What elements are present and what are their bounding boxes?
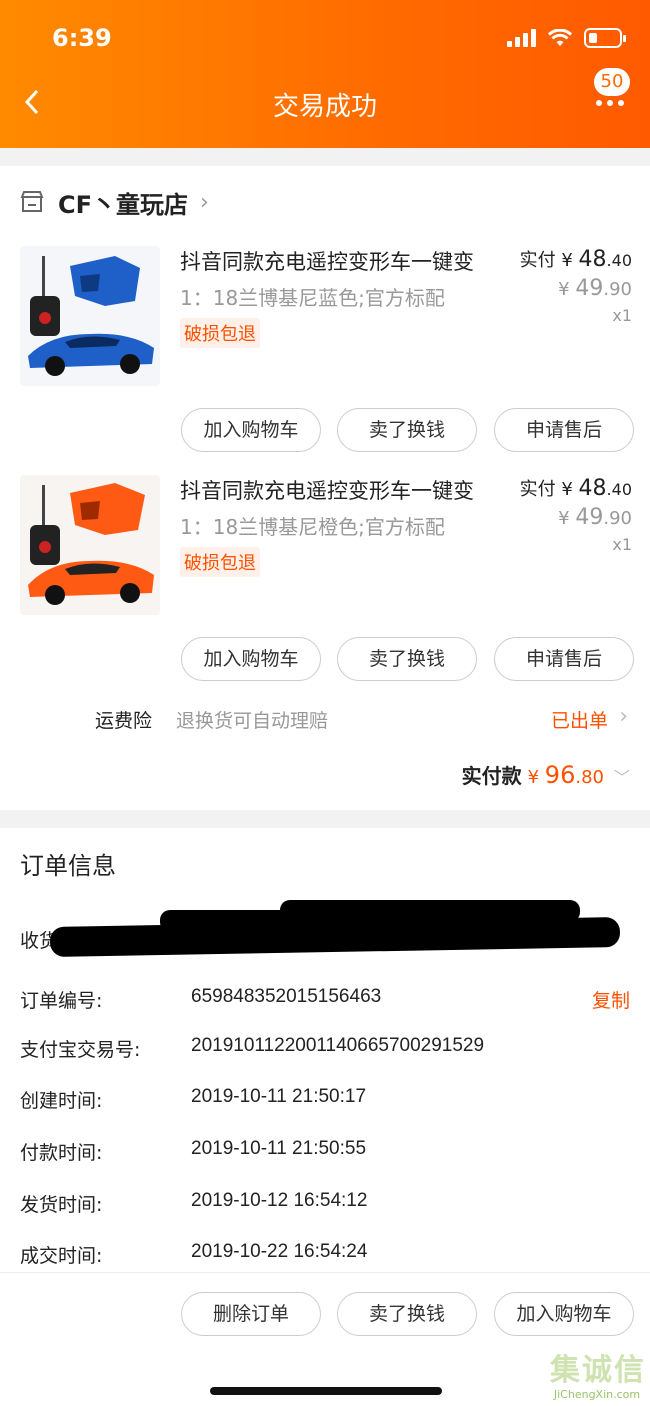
item-actions: 加入购物车 卖了换钱 申请售后: [0, 637, 650, 681]
message-badge: 50: [594, 68, 630, 96]
watermark-url: JiChengXin.com: [553, 1388, 641, 1401]
product-image[interactable]: [20, 475, 160, 615]
item-sku: 1：18兰博基尼蓝色;官方标配: [180, 286, 445, 310]
paid-price: 实付 ¥ 48.40: [519, 247, 632, 272]
address-row: 收货: [20, 900, 640, 970]
created-time: 2019-10-11 21:50:17: [191, 1086, 367, 1107]
total-row[interactable]: 实付款 ¥ 96.80 ﹀: [462, 760, 630, 796]
resell-button[interactable]: 卖了换钱: [337, 637, 477, 681]
paid-price: 实付 ¥ 48.40: [519, 476, 632, 501]
signal-icon: [507, 29, 536, 47]
item-title: 抖音同款充电遥控变形车一键变: [180, 250, 474, 274]
alipay-number-row: 支付宝交易号: 2019101122001140665700291529: [20, 1035, 630, 1065]
order-item[interactable]: 抖音同款充电遥控变形车一键变 1：18兰博基尼蓝色;官方标配 破损包退 实付 ¥…: [0, 246, 650, 396]
header-bar: 6:39 交易成功 50: [0, 0, 650, 148]
shop-name: CF丶童玩店: [58, 190, 189, 219]
resell-button[interactable]: 卖了换钱: [337, 408, 477, 452]
shipped-time-row: 发货时间: 2019-10-12 16:54:12: [20, 1190, 630, 1220]
more-icon: [596, 100, 624, 106]
item-quantity: x1: [612, 306, 632, 325]
shipping-insurance-row[interactable]: 运费险 退换货可自动理赔 已出单 ›: [0, 700, 650, 736]
add-to-cart-button[interactable]: 加入购物车: [181, 408, 321, 452]
item-tag: 破损包退: [180, 547, 260, 577]
insurance-status: 已出单: [550, 710, 608, 732]
order-item[interactable]: 抖音同款充电遥控变形车一键变 1：18兰博基尼橙色;官方标配 破损包退 实付 ¥…: [0, 475, 650, 625]
divider: [0, 810, 650, 828]
created-time-label: 创建时间:: [20, 1090, 103, 1112]
total-label: 实付款: [461, 764, 522, 788]
after-sale-button[interactable]: 申请售后: [494, 637, 634, 681]
watermark: 集 诚 信 JiChengXin.com: [550, 1353, 644, 1402]
item-quantity: x1: [612, 535, 632, 554]
chevron-down-icon: ﹀: [613, 768, 630, 787]
closed-time-row: 成交时间: 2019-10-22 16:54:24: [20, 1241, 630, 1271]
chevron-right-icon: ›: [619, 704, 628, 729]
paid-time-label: 付款时间:: [20, 1142, 103, 1164]
add-to-cart-button[interactable]: 加入购物车: [494, 1292, 634, 1336]
more-button[interactable]: 50: [586, 68, 630, 112]
divider: [0, 148, 650, 166]
store-icon: [20, 191, 44, 212]
original-price: ¥ 49.90: [558, 276, 632, 301]
alipay-number: 2019101122001140665700291529: [191, 1035, 485, 1056]
item-title: 抖音同款充电遥控变形车一键变: [180, 479, 474, 503]
chevron-right-icon: ›: [200, 189, 209, 215]
shipped-time-label: 发货时间:: [20, 1194, 103, 1216]
watermark-char: 诚: [582, 1353, 612, 1388]
order-info-title: 订单信息: [20, 852, 116, 880]
order-number-row: 订单编号: 659848352015156463 复制: [20, 986, 630, 1016]
watermark-char: 信: [614, 1353, 644, 1388]
paid-time: 2019-10-11 21:50:55: [191, 1138, 367, 1159]
closed-time: 2019-10-22 16:54:24: [191, 1241, 368, 1262]
copy-button[interactable]: 复制: [592, 986, 630, 1013]
battery-icon: [584, 28, 626, 48]
page-title: 交易成功: [272, 92, 377, 122]
after-sale-button[interactable]: 申请售后: [494, 408, 634, 452]
redaction: [280, 900, 580, 922]
insurance-label: 运费险: [95, 710, 153, 732]
item-actions: 加入购物车 卖了换钱 申请售后: [0, 408, 650, 452]
resell-button[interactable]: 卖了换钱: [337, 1292, 477, 1336]
wifi-icon: [548, 29, 572, 46]
created-time-row: 创建时间: 2019-10-11 21:50:17: [20, 1086, 630, 1116]
closed-time-label: 成交时间:: [20, 1245, 103, 1267]
status-time: 6:39: [52, 24, 112, 52]
watermark-char: 集: [550, 1353, 580, 1388]
order-number: 659848352015156463: [191, 986, 382, 1007]
order-number-label: 订单编号:: [20, 990, 103, 1012]
item-sku: 1：18兰博基尼橙色;官方标配: [180, 515, 445, 539]
item-tag: 破损包退: [180, 318, 260, 348]
home-indicator[interactable]: [210, 1387, 442, 1395]
shop-row[interactable]: CF丶童玩店 ›: [0, 180, 650, 224]
paid-time-row: 付款时间: 2019-10-11 21:50:55: [20, 1138, 630, 1168]
original-price: ¥ 49.90: [558, 505, 632, 530]
shipped-time: 2019-10-12 16:54:12: [191, 1190, 368, 1211]
insurance-desc: 退换货可自动理赔: [176, 710, 329, 732]
product-image[interactable]: [20, 246, 160, 386]
delete-order-button[interactable]: 删除订单: [181, 1292, 321, 1336]
status-icons: [507, 28, 626, 48]
alipay-number-label: 支付宝交易号:: [20, 1039, 141, 1061]
total-amount: ¥ 96.80: [527, 761, 604, 789]
add-to-cart-button[interactable]: 加入购物车: [181, 637, 321, 681]
